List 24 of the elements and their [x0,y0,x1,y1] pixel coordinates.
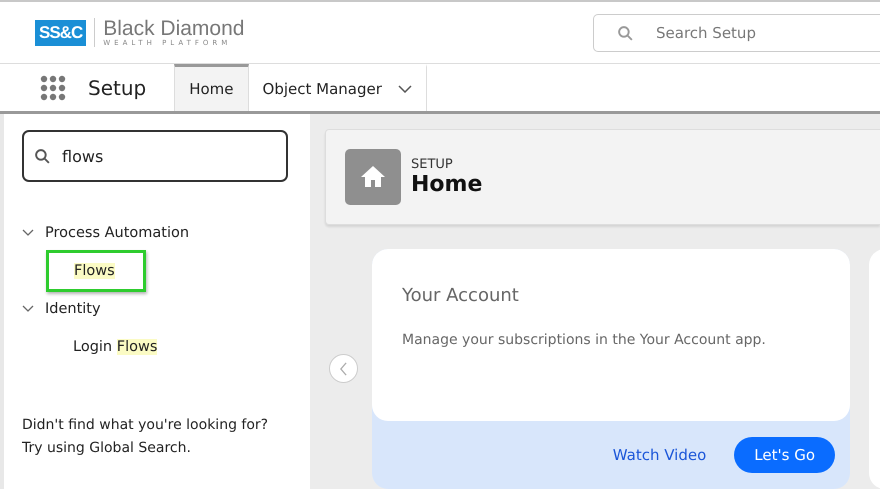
tree-section[interactable]: Identity [45,301,101,317]
help-text: Didn't find what you're looking for? Try using Global Search. [22,416,270,458]
chevron-down-icon[interactable] [22,305,34,313]
quick-find-field[interactable]: flows [22,130,288,182]
chevron-down-icon[interactable] [22,229,34,237]
page-eyebrow: SETUP [411,157,454,172]
brand-name: Black Diamond [103,18,244,39]
nav-tab[interactable]: Home [174,64,249,111]
watch-video-link[interactable]: Watch Video [612,446,706,464]
search-icon [617,24,634,42]
logo-mark: SS&C [35,20,86,46]
tree-item[interactable]: Login Flows [46,327,188,367]
app-name: Setup [88,76,146,100]
tree-section[interactable]: Process Automation [45,225,190,241]
page-title: Home [411,172,482,197]
app-launcher-icon[interactable] [40,74,66,100]
tree-item[interactable]: Flows [46,250,146,292]
lets-go-button[interactable]: Let's Go [734,437,835,473]
home-icon [345,149,401,205]
search-icon [34,148,51,165]
card-title: Your Account [402,285,520,306]
chevron-left-icon [339,362,348,376]
card-description: Manage your subscriptions in the Your Account app. [402,332,767,348]
search-field[interactable]: Search Setup [593,14,880,52]
